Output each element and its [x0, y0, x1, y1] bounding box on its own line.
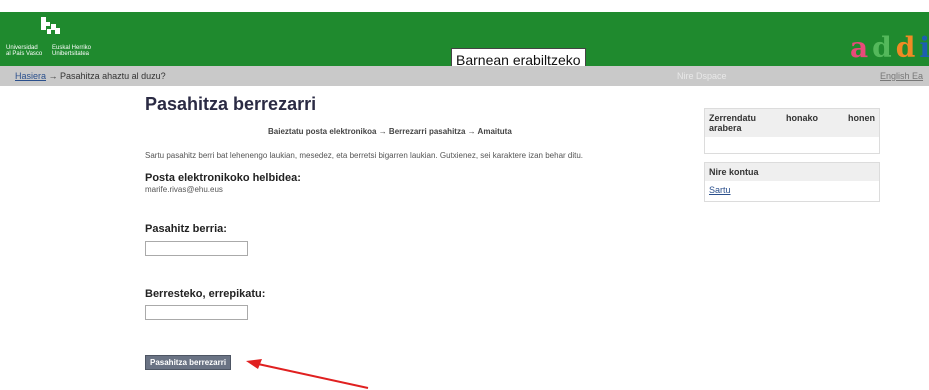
progress-steps: Baieztatu posta elektronikoa → Berrezarr… [268, 127, 512, 136]
browse-panel: Zerrendatu honako honen arabera [704, 108, 880, 154]
email-value: marife.rivas@ehu.eus [145, 185, 223, 194]
addi-brand-logo[interactable]: addi [850, 31, 929, 64]
account-panel-title: Nire kontua [705, 163, 879, 181]
login-link[interactable]: Sartu [709, 185, 731, 195]
new-password-label: Pasahitz berria: [145, 223, 227, 235]
browse-panel-title: Zerrendatu honako honen arabera [705, 109, 879, 137]
site-header: Universidad al País Vasco Euskal Herriko… [0, 12, 929, 72]
university-logo[interactable]: Universidad al País Vasco Euskal Herriko… [6, 12, 116, 66]
breadcrumb-current: Pasahitza ahaztu al duzu? [60, 71, 166, 81]
university-emblem-icon [41, 17, 60, 34]
instructions-text: Sartu pasahitz berri bat lehenengo lauki… [145, 151, 584, 160]
browse-panel-body [705, 137, 879, 153]
account-panel: Nire kontua Sartu [704, 162, 880, 202]
logo-text-spanish: Universidad al País Vasco [6, 45, 43, 57]
my-dspace-link[interactable]: Nire Dspace [677, 71, 727, 81]
email-label: Posta elektronikoko helbidea: [145, 172, 301, 184]
breadcrumb-home-link[interactable]: Hasiera [15, 71, 46, 81]
breadcrumb-bar: Hasiera → Pasahitza ahaztu al duzu? Nire… [0, 66, 929, 86]
confirm-password-input[interactable] [145, 305, 248, 320]
new-password-input[interactable] [145, 241, 248, 256]
confirm-password-label: Berresteko, errepikatu: [145, 288, 266, 300]
logo-text-basque: Euskal Herriko Unibertsitatea [52, 45, 92, 57]
annotation-arrow-icon [246, 359, 369, 389]
account-panel-body: Sartu [705, 181, 879, 201]
breadcrumb-arrow: → [48, 71, 58, 81]
breadcrumb: Hasiera → Pasahitza ahaztu al duzu? [15, 71, 166, 81]
reset-password-button[interactable]: Pasahitza berrezarri [145, 355, 232, 370]
language-switch-link[interactable]: English Ea [880, 71, 923, 81]
page-title: Pasahitza berrezarri [145, 94, 317, 114]
